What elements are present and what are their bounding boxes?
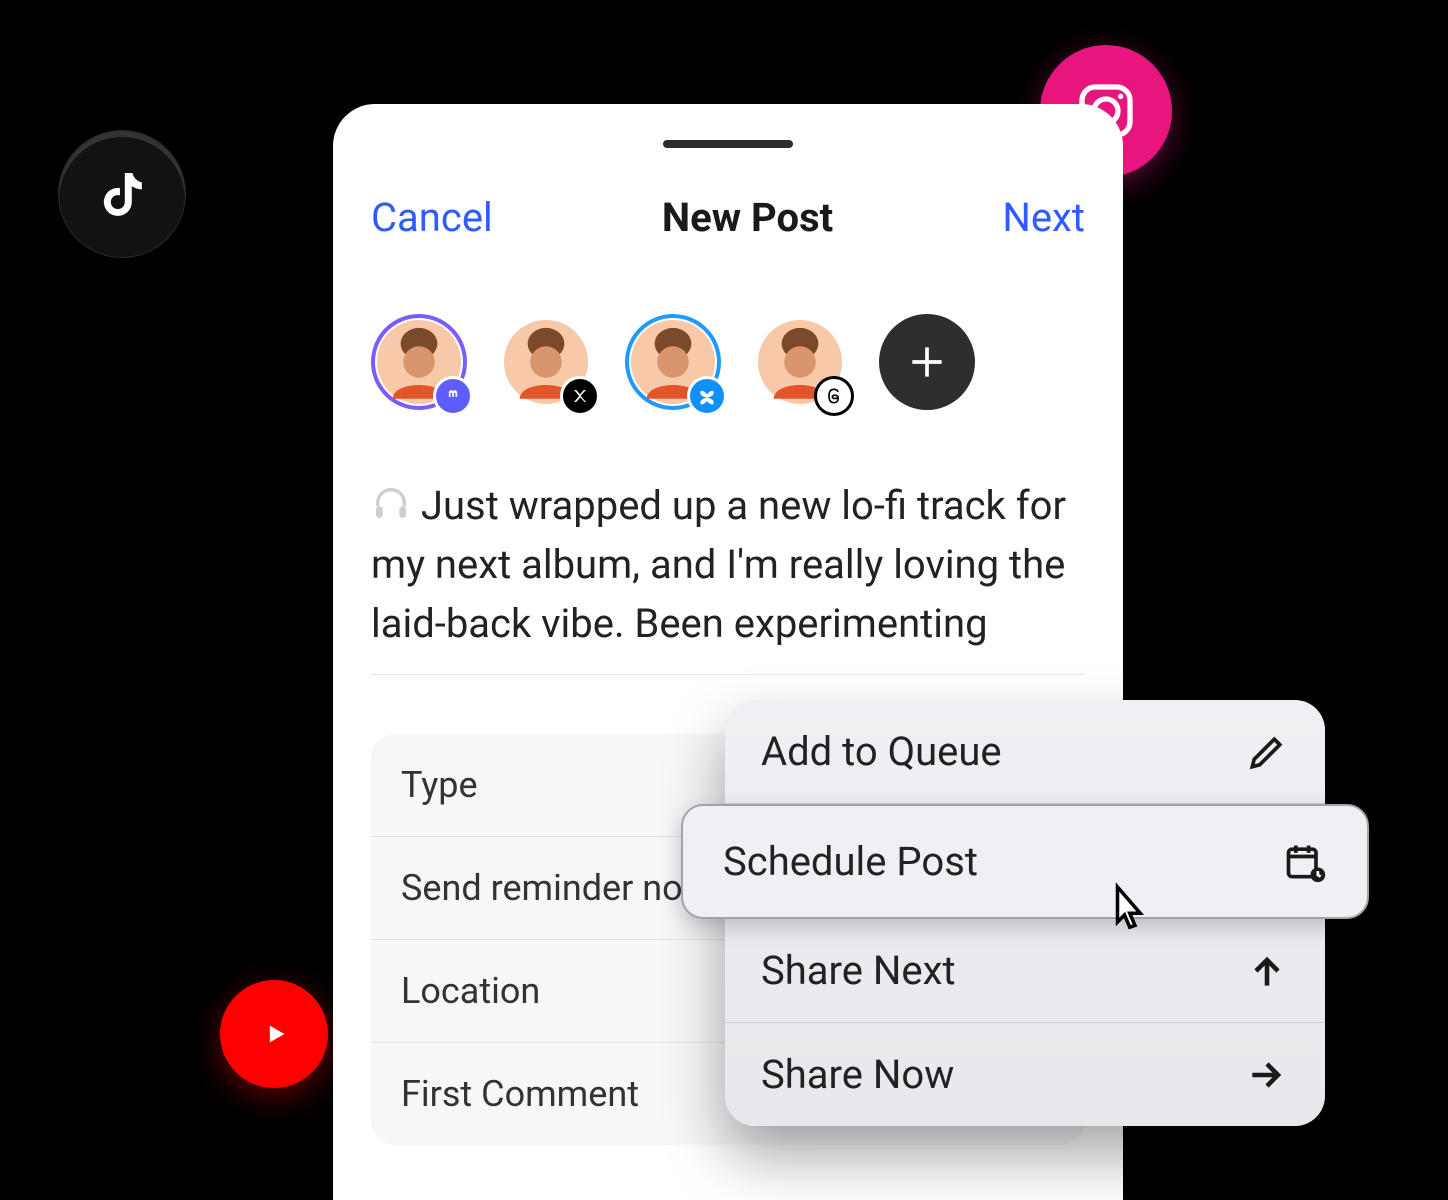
arrow-right-icon: [1245, 1053, 1289, 1097]
divider: [371, 674, 1085, 675]
menu-item-label: Share Now: [761, 1051, 954, 1098]
menu-item-label: Schedule Post: [723, 838, 978, 885]
row-label: Location: [401, 970, 540, 1012]
menu-schedule-post[interactable]: Schedule Post: [681, 804, 1369, 919]
youtube-icon: [220, 980, 328, 1088]
compose-text-content: Just wrapped up a new lo-fi track for my…: [371, 482, 1066, 647]
threads-icon: [814, 376, 854, 416]
x-icon: [560, 376, 600, 416]
row-label: Type: [401, 764, 478, 806]
menu-item-label: Add to Queue: [761, 728, 1002, 775]
menu-add-to-queue[interactable]: Add to Queue: [725, 700, 1325, 804]
page-title: New Post: [662, 194, 833, 241]
tiktok-icon: [58, 130, 186, 258]
arrow-up-icon: [1245, 949, 1289, 993]
row-label: First Comment: [401, 1073, 639, 1115]
calendar-icon: [1283, 840, 1327, 884]
pencil-icon: [1245, 730, 1289, 774]
sheet-grab-handle[interactable]: [663, 140, 793, 148]
bluesky-icon: [687, 376, 727, 416]
headphones-icon: [371, 480, 411, 520]
menu-item-label: Share Next: [761, 947, 956, 994]
account-threads[interactable]: [752, 314, 848, 410]
mastodon-icon: [433, 376, 473, 416]
menu-share-next[interactable]: Share Next: [725, 919, 1325, 1023]
compose-text[interactable]: Just wrapped up a new lo-fi track for my…: [371, 476, 1085, 654]
account-mastodon[interactable]: [371, 314, 467, 410]
cancel-button[interactable]: Cancel: [371, 194, 493, 241]
schedule-action-menu: Add to Queue Schedule Post Share Next Sh…: [725, 700, 1325, 1126]
account-x[interactable]: [498, 314, 594, 410]
menu-share-now[interactable]: Share Now: [725, 1023, 1325, 1126]
account-selector: [371, 314, 975, 410]
account-bluesky[interactable]: [625, 314, 721, 410]
add-account-button[interactable]: [879, 314, 975, 410]
next-button[interactable]: Next: [1002, 194, 1085, 241]
